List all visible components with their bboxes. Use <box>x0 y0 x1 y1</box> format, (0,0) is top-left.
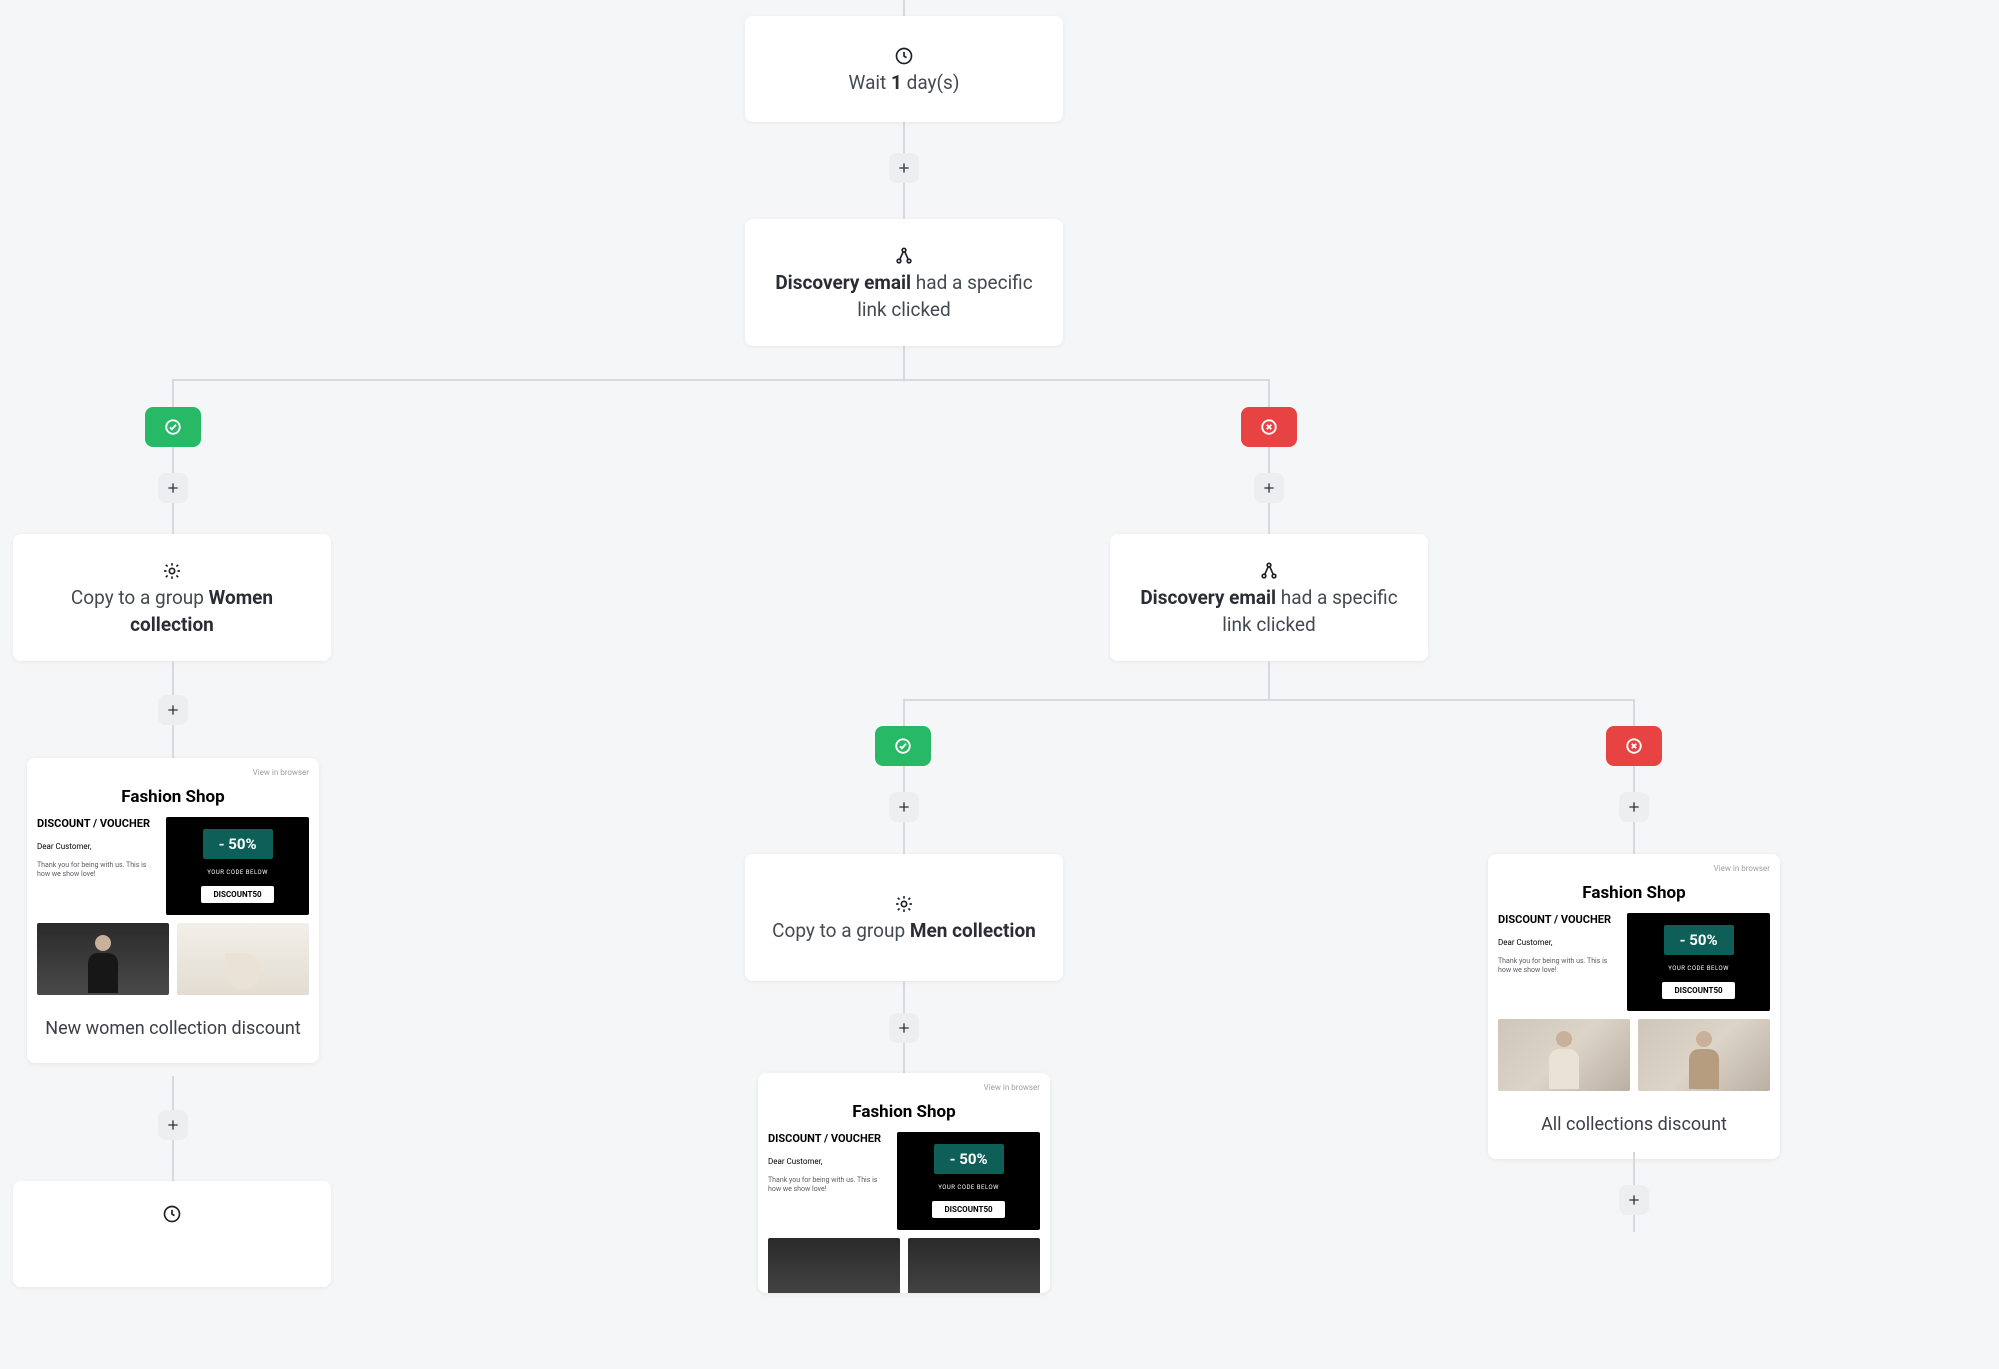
action-copy-women[interactable]: Copy to a group Women collection <box>13 534 331 661</box>
email-discount-title: DISCOUNT / VOUCHER <box>768 1132 889 1145</box>
email-code-label: YOUR CODE BELOW <box>1668 965 1729 972</box>
email-percent-badge: - 50% <box>934 1144 1004 1174</box>
email-brand: Fashion Shop <box>852 1102 955 1122</box>
email-discount-title: DISCOUNT / VOUCHER <box>1498 913 1619 926</box>
wait-node[interactable] <box>13 1181 331 1287</box>
connector <box>903 699 1633 701</box>
email-image-placeholder <box>177 923 309 995</box>
connector <box>1268 379 1270 534</box>
add-step-button[interactable] <box>889 1013 919 1043</box>
email-note: Thank you for being with us. This is how… <box>37 861 158 879</box>
email-image-placeholder <box>908 1238 1040 1293</box>
add-step-button[interactable] <box>889 153 919 183</box>
split-icon <box>1259 557 1279 585</box>
email-view-in-browser: View in browser <box>984 1083 1040 1092</box>
add-step-button[interactable] <box>158 473 188 503</box>
connector <box>903 346 905 380</box>
connector <box>1268 661 1270 699</box>
gear-icon <box>894 890 914 918</box>
add-step-button[interactable] <box>889 792 919 822</box>
email-percent-badge: - 50% <box>203 829 273 859</box>
connector <box>172 379 174 534</box>
email-view-in-browser: View in browser <box>1714 864 1770 873</box>
email-code-button: DISCOUNT50 <box>932 1201 1004 1218</box>
connector <box>903 699 905 854</box>
yes-branch-badge <box>145 407 201 447</box>
connector <box>903 0 905 16</box>
condition-node-text: Discovery email had a specific link clic… <box>1134 585 1404 638</box>
email-node-men[interactable]: View in browser Fashion Shop DISCOUNT / … <box>758 1073 1050 1293</box>
email-code-button: DISCOUNT50 <box>1662 982 1734 999</box>
email-brand: Fashion Shop <box>121 787 224 807</box>
email-promo-block: - 50% YOUR CODE BELOW DISCOUNT50 <box>166 817 309 915</box>
wait-node[interactable]: Wait 1 day(s) <box>745 16 1063 122</box>
action-node-text: Copy to a group Men collection <box>772 918 1036 945</box>
condition-node-discovery-2[interactable]: Discovery email had a specific link clic… <box>1110 534 1428 661</box>
add-step-button[interactable] <box>158 695 188 725</box>
email-note: Thank you for being with us. This is how… <box>768 1176 889 1194</box>
email-image-placeholder <box>1498 1019 1630 1091</box>
clock-icon <box>162 1200 182 1228</box>
email-dear: Dear Customer, <box>1498 938 1619 947</box>
connector <box>1633 699 1635 854</box>
email-percent-badge: - 50% <box>1664 925 1734 955</box>
wait-node-text: Wait 1 day(s) <box>849 70 960 97</box>
email-code-label: YOUR CODE BELOW <box>207 869 268 876</box>
email-dear: Dear Customer, <box>37 842 158 851</box>
email-node-all[interactable]: View in browser Fashion Shop DISCOUNT / … <box>1488 854 1780 1159</box>
email-node-women[interactable]: View in browser Fashion Shop DISCOUNT / … <box>27 758 319 1063</box>
email-promo-block: - 50% YOUR CODE BELOW DISCOUNT50 <box>1627 913 1770 1011</box>
yes-branch-badge <box>875 726 931 766</box>
email-dear: Dear Customer, <box>768 1157 889 1166</box>
condition-node-text: Discovery email had a specific link clic… <box>769 270 1039 323</box>
email-promo-block: - 50% YOUR CODE BELOW DISCOUNT50 <box>897 1132 1040 1230</box>
add-step-button[interactable] <box>1619 792 1649 822</box>
email-brand: Fashion Shop <box>1582 883 1685 903</box>
email-note: Thank you for being with us. This is how… <box>1498 957 1619 975</box>
email-image-placeholder <box>1638 1019 1770 1091</box>
add-step-button[interactable] <box>1619 1185 1649 1215</box>
email-node-caption: New women collection discount <box>37 995 309 1063</box>
condition-node-discovery-1[interactable]: Discovery email had a specific link clic… <box>745 219 1063 346</box>
clock-icon <box>894 42 914 70</box>
no-branch-badge <box>1241 407 1297 447</box>
add-step-button[interactable] <box>1254 473 1284 503</box>
add-step-button[interactable] <box>158 1110 188 1140</box>
no-branch-badge <box>1606 726 1662 766</box>
email-node-caption: All collections discount <box>1498 1091 1770 1159</box>
email-image-placeholder <box>768 1238 900 1293</box>
gear-icon <box>162 557 182 585</box>
email-image-placeholder <box>37 923 169 995</box>
email-code-label: YOUR CODE BELOW <box>938 1184 999 1191</box>
email-view-in-browser: View in browser <box>253 768 309 777</box>
split-icon <box>894 242 914 270</box>
automation-flow-canvas[interactable]: Wait 1 day(s) Discovery email had a spec… <box>0 0 1999 1369</box>
action-node-text: Copy to a group Women collection <box>37 585 307 638</box>
action-copy-men[interactable]: Copy to a group Men collection <box>745 854 1063 981</box>
connector <box>172 379 1269 381</box>
email-code-button: DISCOUNT50 <box>201 886 273 903</box>
email-discount-title: DISCOUNT / VOUCHER <box>37 817 158 830</box>
